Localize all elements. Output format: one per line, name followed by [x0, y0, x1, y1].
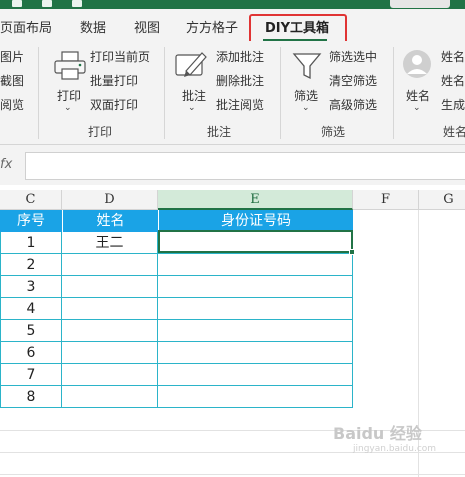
ribbon-separator: [38, 47, 39, 139]
cell-id[interactable]: [158, 320, 353, 342]
name-large-button[interactable]: 姓名 ⌄: [400, 47, 436, 117]
print-label: 打印: [57, 89, 82, 103]
spreadsheet-grid[interactable]: C D E F G 序号 姓名 身份证号码 1 王二 2 3 4 5 6 7 8 Baidu 经…: [0, 185, 465, 477]
redo-icon[interactable]: [72, 0, 82, 7]
tab-page-layout[interactable]: 页面布局: [0, 17, 52, 36]
table-header-name[interactable]: 姓名: [62, 210, 158, 232]
undo-icon[interactable]: [42, 0, 52, 7]
name-item-2[interactable]: 姓名: [441, 72, 465, 89]
ribbon-item-screenshot[interactable]: 截图: [0, 72, 24, 89]
cell-name[interactable]: [62, 276, 158, 298]
clear-filter[interactable]: 清空筛选: [329, 72, 377, 89]
column-header-c[interactable]: C: [0, 190, 62, 210]
filter-large-button[interactable]: 筛选 ⌄: [288, 47, 328, 117]
cell-id[interactable]: [158, 298, 353, 320]
cell-no[interactable]: 8: [0, 386, 62, 408]
ribbon-separator: [393, 47, 394, 139]
filter-selected[interactable]: 筛选选中: [329, 48, 377, 65]
column-header-f[interactable]: F: [353, 190, 419, 210]
ribbon-separator: [164, 47, 165, 139]
cell-id[interactable]: [158, 254, 353, 276]
print-current-page[interactable]: 打印当前页: [90, 48, 150, 65]
watermark: Baidu 经验 jingyan.baidu.com: [333, 424, 437, 454]
ribbon-panel: 图片 截图 阅览 打印 ⌄ 打印当前页 批量打印 双面打印 打印 批注 ⌄ 添加…: [0, 41, 465, 145]
advanced-filter[interactable]: 高级筛选: [329, 96, 377, 113]
cell-id[interactable]: [158, 276, 353, 298]
cell-no[interactable]: 1: [0, 232, 62, 254]
ribbon-tabs: 页面布局 数据 视图 方方格子 DIY工具箱: [0, 9, 465, 54]
name-item-1[interactable]: 姓名: [441, 48, 465, 65]
cell-name[interactable]: [62, 342, 158, 364]
group-label-comment: 批注: [207, 125, 232, 139]
print-large-button[interactable]: 打印 ⌄: [50, 47, 90, 117]
ribbon-item-picture[interactable]: 图片: [0, 48, 24, 65]
duplex-print[interactable]: 双面打印: [90, 96, 138, 113]
fx-icon[interactable]: fx: [0, 157, 12, 172]
cell-no[interactable]: 6: [0, 342, 62, 364]
avatar-icon: [403, 50, 431, 78]
cell-id[interactable]: [158, 386, 353, 408]
group-label-name: 姓名: [443, 125, 465, 139]
tab-fangfange[interactable]: 方方格子: [186, 17, 238, 36]
formula-input[interactable]: [25, 152, 465, 180]
table-header-no[interactable]: 序号: [0, 210, 62, 232]
delete-comment[interactable]: 删除批注: [216, 72, 264, 89]
cell-name[interactable]: 王二: [62, 232, 158, 254]
tab-view[interactable]: 视图: [134, 17, 160, 36]
title-bar: [0, 0, 465, 9]
comment-large-button[interactable]: 批注 ⌄: [172, 47, 212, 117]
group-label-print: 打印: [88, 125, 113, 139]
comment-label: 批注: [182, 89, 207, 103]
tab-data[interactable]: 数据: [80, 17, 106, 36]
cell-name[interactable]: [62, 386, 158, 408]
funnel-icon: [292, 53, 322, 80]
batch-print[interactable]: 批量打印: [90, 72, 138, 89]
cell-no[interactable]: 4: [0, 298, 62, 320]
pen-comment-icon: [175, 52, 207, 77]
formula-bar: fx: [0, 145, 465, 185]
cell-id[interactable]: [158, 364, 353, 386]
add-comment[interactable]: 添加批注: [216, 48, 264, 65]
column-header-d[interactable]: D: [62, 190, 158, 210]
group-label-filter: 筛选: [321, 125, 346, 139]
table-header-id[interactable]: 身份证号码: [158, 210, 353, 232]
chevron-down-icon: ⌄: [188, 103, 196, 113]
cell-name[interactable]: [62, 320, 158, 342]
cell-no[interactable]: 3: [0, 276, 62, 298]
cell-id[interactable]: [158, 342, 353, 364]
gridline: [0, 474, 465, 475]
filter-label: 筛选: [294, 89, 319, 103]
selected-cell-e2[interactable]: [158, 230, 353, 253]
cell-no[interactable]: 2: [0, 254, 62, 276]
chevron-down-icon: ⌄: [413, 103, 421, 113]
ribbon-separator: [280, 47, 281, 139]
cell-no[interactable]: 7: [0, 364, 62, 386]
printer-icon: [54, 51, 86, 80]
column-header-g[interactable]: G: [419, 190, 465, 210]
cell-name[interactable]: [62, 254, 158, 276]
name-label: 姓名: [406, 89, 431, 103]
name-item-3[interactable]: 生成: [441, 96, 465, 113]
cell-no[interactable]: 5: [0, 320, 62, 342]
ribbon-item-read[interactable]: 阅览: [0, 96, 24, 113]
chevron-down-icon: ⌄: [64, 103, 72, 113]
cell-name[interactable]: [62, 298, 158, 320]
chevron-down-icon: ⌄: [302, 103, 310, 113]
column-header-e[interactable]: E: [158, 190, 353, 210]
read-comment[interactable]: 批注阅览: [216, 96, 264, 113]
title-search-box[interactable]: [390, 0, 450, 8]
save-icon[interactable]: [12, 0, 22, 7]
cell-name[interactable]: [62, 364, 158, 386]
fill-handle[interactable]: [349, 249, 355, 255]
